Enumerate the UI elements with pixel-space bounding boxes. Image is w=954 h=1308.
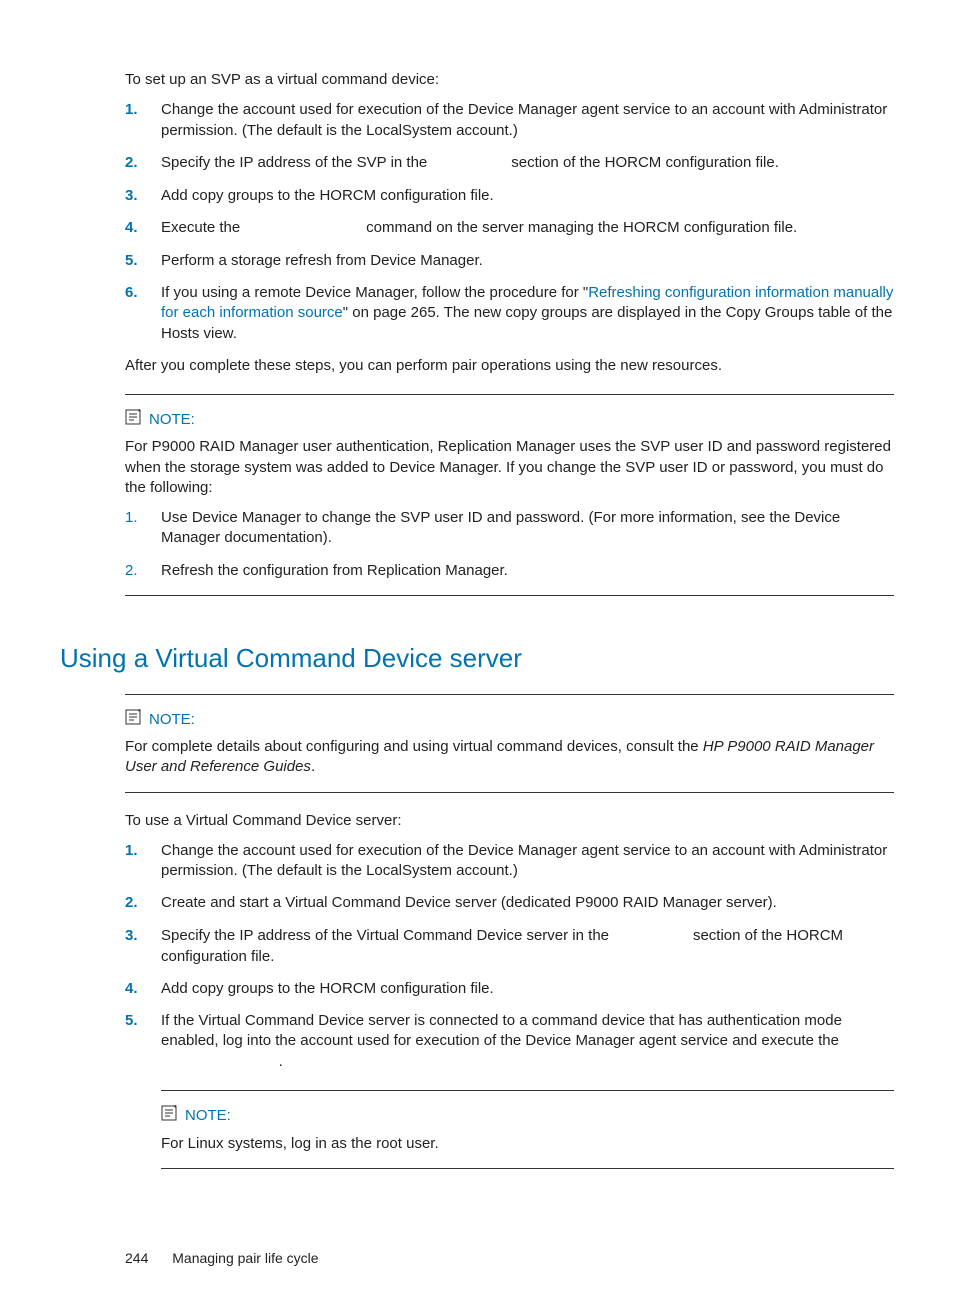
note-text-b: . xyxy=(311,758,315,775)
list-item: 1. Change the account used for execution… xyxy=(125,100,894,141)
item-number: 2. xyxy=(125,561,138,581)
item-number: 2. xyxy=(125,153,138,173)
code-span: raidcom -login xyxy=(244,221,362,237)
note-body: For P9000 RAID Manager user authenticati… xyxy=(125,437,894,498)
section-heading: Using a Virtual Command Device server xyxy=(60,641,894,676)
after-paragraph: After you complete these steps, you can … xyxy=(125,356,894,376)
footer-chapter-title: Managing pair life cycle xyxy=(172,1249,318,1268)
item-text-a: Execute the xyxy=(161,219,244,236)
item-text-a: Specify the IP address of the SVP in the xyxy=(161,154,431,171)
item-text-b: command on the server managing the HORCM… xyxy=(362,219,797,236)
list-item: 2. Refresh the configuration from Replic… xyxy=(125,561,894,581)
divider xyxy=(125,595,894,596)
item-text: Refresh the configuration from Replicati… xyxy=(161,562,508,579)
item-number: 3. xyxy=(125,926,138,946)
note-icon xyxy=(125,709,143,731)
note-block-2: NOTE: For complete details about configu… xyxy=(125,694,894,793)
divider xyxy=(125,394,894,395)
list-item: 4. Execute the raidcom -login command on… xyxy=(125,218,894,239)
item-number: 4. xyxy=(125,218,138,238)
item-number: 5. xyxy=(125,251,138,271)
item-text: Add copy groups to the HORCM configurati… xyxy=(161,187,494,204)
note-icon xyxy=(161,1105,179,1127)
note-body: For complete details about configuring a… xyxy=(125,737,894,778)
note-icon xyxy=(125,409,143,431)
item-text-b: . xyxy=(279,1053,283,1070)
note-list: 1. Use Device Manager to change the SVP … xyxy=(125,508,894,581)
item-text: Change the account used for execution of… xyxy=(161,101,887,138)
item-text: Add copy groups to the HORCM configurati… xyxy=(161,980,494,997)
note-text-a: For complete details about configuring a… xyxy=(125,738,703,755)
note-body: For Linux systems, log in as the root us… xyxy=(161,1134,894,1154)
note-header: NOTE: xyxy=(161,1105,894,1127)
list-item: 3. Specify the IP address of the Virtual… xyxy=(125,926,894,967)
page-footer: 244 Managing pair life cycle xyxy=(125,1249,894,1268)
item-text-a: If you using a remote Device Manager, fo… xyxy=(161,284,588,301)
item-number: 4. xyxy=(125,979,138,999)
divider xyxy=(161,1090,894,1091)
intro-paragraph-2: To use a Virtual Command Device server: xyxy=(125,811,894,831)
list-item: 6. If you using a remote Device Manager,… xyxy=(125,283,894,344)
item-text-b: section of the HORCM configuration file. xyxy=(507,154,779,171)
item-text: Create and start a Virtual Command Devic… xyxy=(161,894,777,911)
note-label: NOTE: xyxy=(185,1106,231,1126)
list-item: 3. Add copy groups to the HORCM configur… xyxy=(125,186,894,206)
procedure-list-1: 1. Change the account used for execution… xyxy=(125,100,894,344)
item-number: 5. xyxy=(125,1011,138,1031)
page-content: To set up an SVP as a virtual command de… xyxy=(125,70,894,1268)
note-label: NOTE: xyxy=(149,710,195,730)
page-number: 244 xyxy=(125,1249,148,1268)
note-block-1: NOTE: For P9000 RAID Manager user authen… xyxy=(125,394,894,596)
list-item: 5. If the Virtual Command Device server … xyxy=(125,1011,894,1072)
list-item: 4. Add copy groups to the HORCM configur… xyxy=(125,979,894,999)
divider xyxy=(161,1168,894,1169)
item-text: Perform a storage refresh from Device Ma… xyxy=(161,252,483,269)
divider xyxy=(125,792,894,793)
list-item: 5. Perform a storage refresh from Device… xyxy=(125,251,894,271)
intro-paragraph: To set up an SVP as a virtual command de… xyxy=(125,70,894,90)
item-text: Change the account used for execution of… xyxy=(161,842,887,879)
list-item: 2. Create and start a Virtual Command De… xyxy=(125,893,894,913)
item-number: 1. xyxy=(125,841,138,861)
list-item: 2. Specify the IP address of the SVP in … xyxy=(125,153,894,174)
code-span: HORCM_CMD xyxy=(431,156,507,172)
item-text-a: Specify the IP address of the Virtual Co… xyxy=(161,927,613,944)
divider xyxy=(125,694,894,695)
code-span: raidcom -login xyxy=(161,1055,279,1071)
list-item: 1. Use Device Manager to change the SVP … xyxy=(125,508,894,549)
item-number: 3. xyxy=(125,186,138,206)
item-number: 2. xyxy=(125,893,138,913)
note-header: NOTE: xyxy=(125,709,894,731)
note-header: NOTE: xyxy=(125,409,894,431)
item-text: Use Device Manager to change the SVP use… xyxy=(161,509,840,546)
procedure-list-2: 1. Change the account used for execution… xyxy=(125,841,894,1073)
item-number: 1. xyxy=(125,508,138,528)
note-block-3: NOTE: For Linux systems, log in as the r… xyxy=(161,1090,894,1169)
list-item: 1. Change the account used for execution… xyxy=(125,841,894,882)
code-span: HORCM_CMD xyxy=(613,929,689,945)
item-number: 6. xyxy=(125,283,138,303)
item-text-a: If the Virtual Command Device server is … xyxy=(161,1012,842,1049)
item-number: 1. xyxy=(125,100,138,120)
note-label: NOTE: xyxy=(149,410,195,430)
